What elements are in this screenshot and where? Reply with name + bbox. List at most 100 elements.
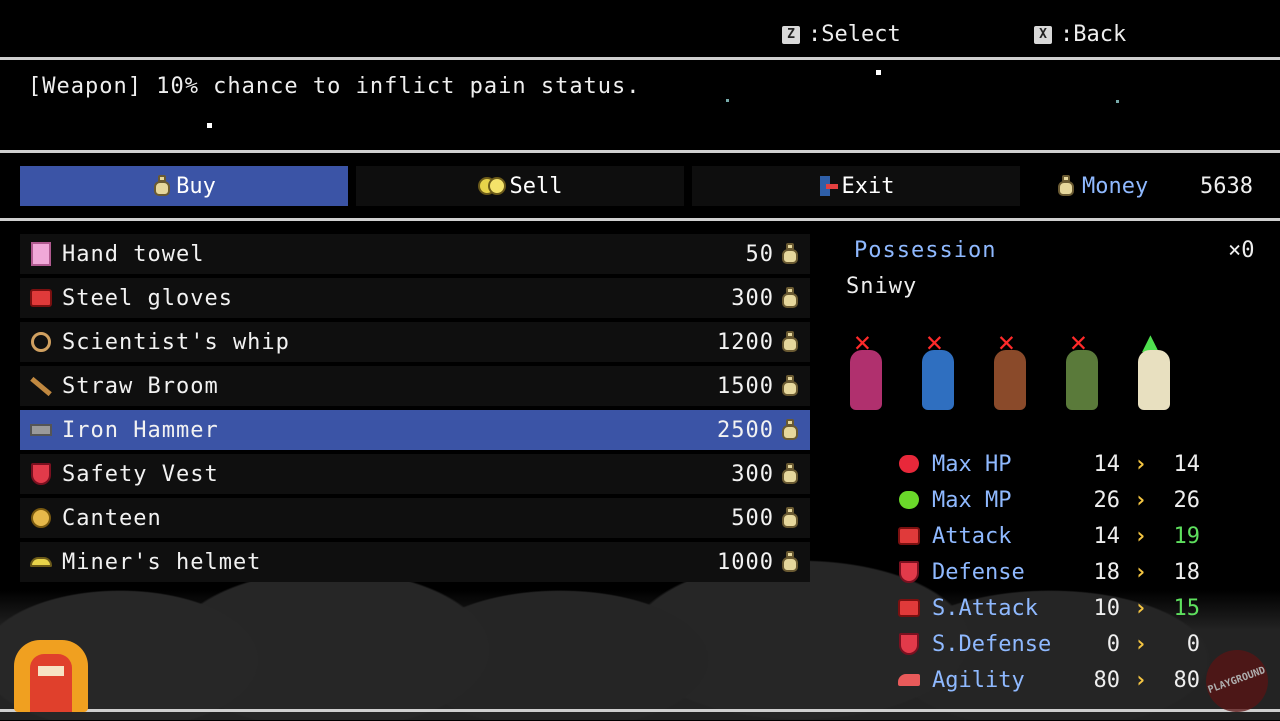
party-members: ✕ ✕ ✕ ✕ ▲ — [846, 328, 1174, 414]
stat-next: 26 — [1173, 487, 1201, 513]
item-price: 300 — [731, 461, 774, 487]
arrow-right-icon: › — [1134, 595, 1148, 621]
item-name: Hand towel — [62, 241, 205, 267]
tab-exit[interactable]: Exit — [692, 166, 1020, 206]
tab-buy-label: Buy — [176, 173, 216, 199]
hint-back: X :Back — [1034, 22, 1126, 47]
stat-row-agility: Agility 80 › 80 — [896, 662, 1206, 698]
money-value: 5638 — [1200, 173, 1253, 199]
stat-label: Max HP — [932, 451, 1012, 477]
desc-divider — [0, 150, 1280, 153]
shop-item-straw-broom[interactable]: Straw Broom 1500 — [20, 366, 810, 406]
money-label: Money — [1082, 173, 1149, 199]
party-member[interactable]: ✕ — [918, 328, 958, 414]
arrow-right-icon: › — [1134, 451, 1148, 477]
money-bag-icon — [780, 463, 800, 485]
item-name: Canteen — [62, 505, 162, 531]
tab-exit-label: Exit — [841, 173, 895, 199]
arrow-right-icon: › — [1134, 487, 1148, 513]
stat-next: 14 — [1173, 451, 1201, 477]
arrow-right-icon: › — [1134, 631, 1148, 657]
arrow-right-icon: › — [1134, 559, 1148, 585]
arrow-right-icon: › — [1134, 523, 1148, 549]
stat-label: S.Attack — [932, 595, 1038, 621]
tabs-divider — [0, 218, 1280, 221]
arrow-right-icon: › — [1134, 667, 1148, 693]
shoe-icon — [898, 674, 920, 686]
shop-item-scientists-whip[interactable]: Scientist's whip 1200 — [20, 322, 810, 362]
stat-current: 14 — [1093, 451, 1121, 477]
party-member[interactable]: ▲ — [1134, 328, 1174, 414]
item-name: Steel gloves — [62, 285, 233, 311]
stat-comparison: Max HP 14 › 14 Max MP 26 › 26 Attack 14 … — [896, 446, 1206, 698]
item-price: 1500 — [717, 373, 774, 399]
shop-item-canteen[interactable]: Canteen 500 — [20, 498, 810, 538]
towel-icon — [31, 242, 51, 266]
x-key-icon: X — [1034, 25, 1052, 44]
stat-row-attack: Attack 14 › 19 — [896, 518, 1206, 554]
z-key-icon: Z — [782, 25, 800, 44]
character-sprite — [1138, 350, 1170, 410]
money-bag-icon — [152, 175, 172, 197]
character-sprite — [922, 350, 954, 410]
party-member[interactable]: ✕ — [1062, 328, 1102, 414]
stat-row-s-attack: S.Attack 10 › 15 — [896, 590, 1206, 626]
money-bag-icon — [780, 287, 800, 309]
shop-item-list: Hand towel 50 Steel gloves 300 Scientist… — [20, 234, 810, 586]
heart-icon — [899, 455, 919, 473]
top-divider — [0, 57, 1280, 60]
stat-label: S.Defense — [932, 631, 1052, 657]
party-member[interactable]: ✕ — [846, 328, 886, 414]
shopkeeper-portrait — [14, 640, 88, 712]
shield-icon — [899, 633, 919, 655]
star — [876, 70, 881, 75]
stat-next: 18 — [1173, 559, 1201, 585]
character-sprite — [850, 350, 882, 410]
vest-icon — [31, 463, 51, 485]
tab-buy[interactable]: Buy — [20, 166, 348, 206]
item-name: Scientist's whip — [62, 329, 290, 355]
bottom-divider — [0, 709, 1280, 712]
item-name: Safety Vest — [62, 461, 219, 487]
helmet-icon — [30, 557, 52, 567]
stat-label: Attack — [932, 523, 1012, 549]
item-name: Iron Hammer — [62, 417, 219, 443]
hint-back-label: :Back — [1060, 22, 1127, 47]
stat-next: 19 — [1173, 523, 1201, 549]
shop-item-iron-hammer[interactable]: Iron Hammer 2500 — [20, 410, 810, 450]
shop-item-steel-gloves[interactable]: Steel gloves 300 — [20, 278, 810, 318]
stat-current: 80 — [1093, 667, 1121, 693]
money-bag-icon — [780, 375, 800, 397]
money-bag-icon — [780, 331, 800, 353]
money-bag-icon — [780, 243, 800, 265]
shop-item-hand-towel[interactable]: Hand towel 50 — [20, 234, 810, 274]
coins-icon — [477, 176, 506, 196]
stat-current: 10 — [1093, 595, 1121, 621]
item-price: 500 — [731, 505, 774, 531]
fist-icon — [898, 599, 920, 617]
item-price: 1200 — [717, 329, 774, 355]
stat-row-max-hp: Max HP 14 › 14 — [896, 446, 1206, 482]
item-name: Miner's helmet — [62, 549, 262, 575]
stat-current: 0 — [1106, 631, 1120, 657]
stat-label: Defense — [932, 559, 1025, 585]
money-bag-icon — [780, 507, 800, 529]
stat-current: 14 — [1093, 523, 1121, 549]
possession-count: ×0 — [1228, 238, 1255, 263]
money-display: Money 5638 — [1056, 166, 1253, 206]
stat-next: 15 — [1173, 595, 1201, 621]
character-name: Sniwy — [846, 274, 918, 299]
broom-icon — [30, 376, 52, 396]
gloves-icon — [30, 289, 52, 307]
whip-icon — [31, 332, 51, 352]
item-price: 1000 — [717, 549, 774, 575]
item-name: Straw Broom — [62, 373, 219, 399]
item-price: 2500 — [717, 417, 774, 443]
shop-item-safety-vest[interactable]: Safety Vest 300 — [20, 454, 810, 494]
party-member[interactable]: ✕ — [990, 328, 1030, 414]
money-bag-icon — [1056, 175, 1076, 197]
character-sprite — [1066, 350, 1098, 410]
shop-item-miners-helmet[interactable]: Miner's helmet 1000 — [20, 542, 810, 582]
character-sprite — [994, 350, 1026, 410]
tab-sell[interactable]: Sell — [356, 166, 684, 206]
